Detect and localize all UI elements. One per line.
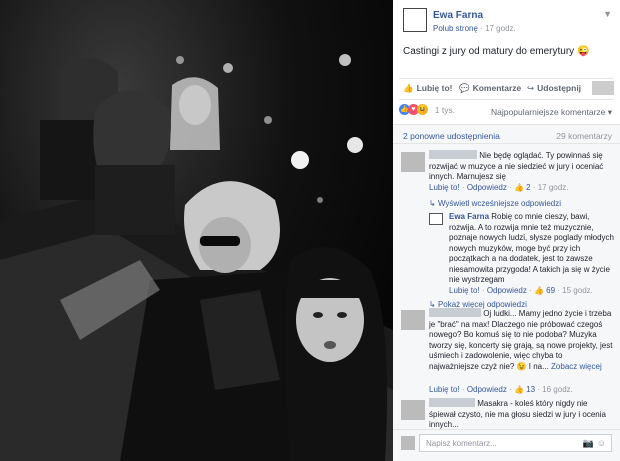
like-count[interactable]: 👍 13 bbox=[514, 385, 535, 394]
comment-input-box: 📷 ☺ bbox=[419, 434, 612, 452]
post-actions: 👍 Lubię to! 💬 Komentarze ↪ Udostępnij bbox=[393, 79, 620, 99]
comment-text: Nie będę oglądać. Ty powinnaś się rozwij… bbox=[429, 150, 604, 181]
follow-page-link[interactable]: Polub stronę bbox=[433, 24, 478, 33]
like-badge-icon: 👍 bbox=[513, 183, 524, 192]
camera-icon[interactable]: 📷 bbox=[583, 438, 594, 449]
like-badge-icon: 👍 bbox=[533, 286, 544, 295]
comment-icon: 💬 bbox=[459, 83, 470, 93]
comment-reply-link[interactable]: Odpowiedz bbox=[487, 286, 527, 295]
post-photo[interactable] bbox=[0, 0, 393, 461]
comment-text: Ewa Farna Robię co mnie cieszy, bawi, ro… bbox=[449, 212, 614, 284]
comment-button[interactable]: 💬 Komentarze bbox=[459, 83, 521, 94]
comment-time[interactable]: 17 godz. bbox=[538, 183, 569, 192]
page-avatar-small[interactable] bbox=[429, 213, 443, 225]
comment-text: Masakra - koleś który nigdy nie śpiewał … bbox=[429, 398, 606, 429]
comments-count[interactable]: 29 komentarzy bbox=[556, 131, 612, 141]
viewer-avatar[interactable] bbox=[592, 81, 614, 95]
thumbs-up-icon: 👍 bbox=[403, 83, 414, 93]
commenter-avatar[interactable] bbox=[401, 152, 425, 172]
comment-sort-dropdown[interactable]: Najpopularniejsze komentarze ▾ bbox=[491, 107, 612, 118]
post-panel: Ewa Farna Polub stronę · 17 godz. ▼ Cast… bbox=[393, 0, 620, 461]
photo-illustration bbox=[0, 54, 393, 461]
comment-like-link[interactable]: Lubię to! bbox=[449, 286, 480, 295]
comment-meta: Lubię to! · Odpowiedz · 👍 13 · 16 godz. bbox=[429, 385, 573, 394]
comment-like-link[interactable]: Lubię to! bbox=[429, 183, 460, 192]
comment-reply-link[interactable]: Odpowiedz bbox=[467, 385, 507, 394]
post-text: Castingi z jury od matury do emerytury 😜 bbox=[403, 46, 590, 57]
page-name-link[interactable]: Ewa Farna bbox=[433, 10, 483, 21]
page-avatar[interactable] bbox=[403, 8, 427, 32]
viewer-avatar-small bbox=[401, 436, 415, 450]
see-more-link[interactable]: Zobacz więcej bbox=[551, 362, 602, 371]
reactions-summary[interactable]: 👍 ♥ 😆 1 tys. bbox=[399, 104, 455, 118]
emoji-icon[interactable]: ☺ bbox=[597, 438, 606, 448]
reply-author-link[interactable]: Ewa Farna bbox=[449, 212, 489, 221]
comment-time[interactable]: 16 godz. bbox=[542, 385, 573, 394]
chevron-down-icon[interactable]: ▼ bbox=[603, 9, 612, 19]
share-button[interactable]: ↪ Udostępnij bbox=[527, 83, 581, 94]
comments-feed: Nie będę oglądać. Ty powinnaś się rozwij… bbox=[393, 144, 620, 429]
commenter-name-redacted[interactable] bbox=[429, 398, 475, 407]
stats-bar: 2 ponowne udostępnienia 29 komentarzy bbox=[393, 124, 620, 144]
like-count[interactable]: 👍 69 bbox=[534, 286, 555, 295]
comment-meta: Lubię to! · Odpowiedz · 👍 69 · 15 godz. bbox=[449, 286, 593, 295]
commenter-name-redacted[interactable] bbox=[429, 308, 481, 317]
like-button[interactable]: 👍 Lubię to! bbox=[403, 83, 452, 94]
commenter-avatar[interactable] bbox=[401, 310, 425, 330]
view-previous-replies-link[interactable]: ↳ Wyświetl wcześniejsze odpowiedzi bbox=[429, 199, 561, 208]
comment-reply-link[interactable]: Odpowiedz bbox=[467, 183, 507, 192]
comment-like-link[interactable]: Lubię to! bbox=[429, 385, 460, 394]
like-badge-icon: 👍 bbox=[513, 385, 524, 394]
commenter-avatar[interactable] bbox=[401, 400, 425, 420]
post-subline: Polub stronę · 17 godz. bbox=[433, 24, 516, 33]
comment-time[interactable]: 15 godz. bbox=[562, 286, 593, 295]
commenter-name-redacted[interactable] bbox=[429, 150, 477, 159]
comment-composer: 📷 ☺ bbox=[393, 429, 620, 461]
post-time[interactable]: 17 godz. bbox=[485, 24, 516, 33]
share-icon: ↪ bbox=[527, 83, 535, 93]
divider bbox=[399, 99, 614, 100]
post-header: Ewa Farna Polub stronę · 17 godz. ▼ bbox=[393, 0, 620, 40]
comment-text: Oj ludki... Mamy jedno życie i trzeba je… bbox=[429, 308, 613, 371]
separator-dot: · bbox=[480, 24, 483, 33]
like-count[interactable]: 👍 2 bbox=[514, 183, 531, 192]
haha-reaction-icon: 😆 bbox=[417, 104, 428, 115]
reply-arrow-icon: ↳ bbox=[429, 199, 436, 208]
reaction-count: 1 tys. bbox=[434, 104, 456, 115]
comment-meta: Lubię to! · Odpowiedz · 👍 2 · 17 godz. bbox=[429, 183, 569, 192]
comment-input[interactable] bbox=[420, 435, 580, 451]
shares-link[interactable]: 2 ponowne udostępnienia bbox=[403, 131, 500, 141]
